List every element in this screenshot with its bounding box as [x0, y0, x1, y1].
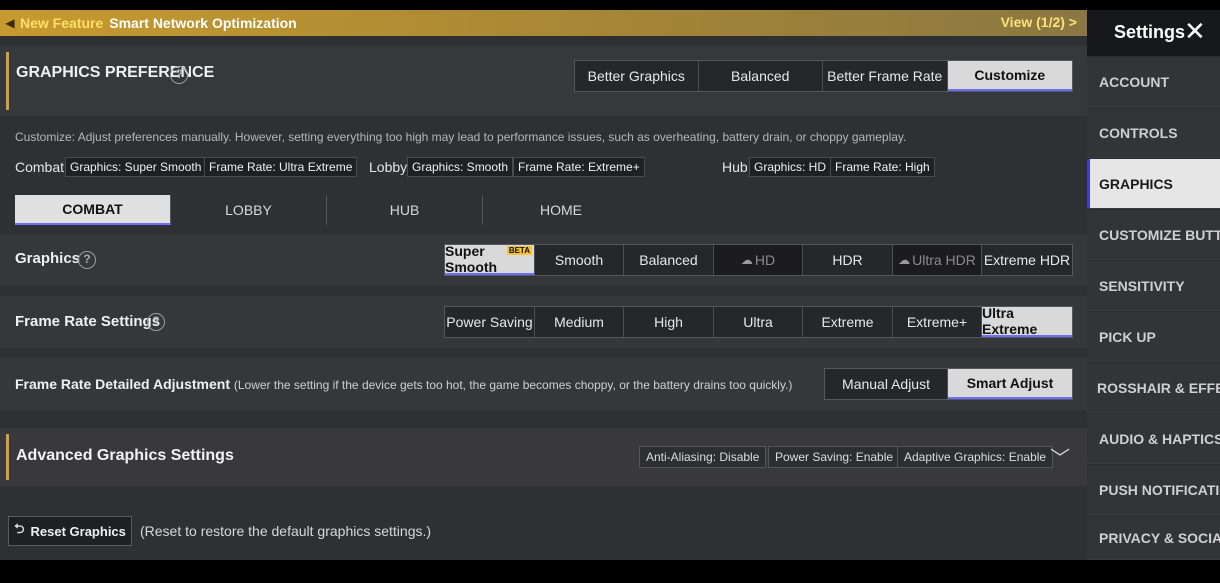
sidebar-item-audio-haptics[interactable]: AUDIO & HAPTICS: [1087, 414, 1220, 464]
fps-ultra-extreme[interactable]: Ultra Extreme: [982, 305, 1072, 337]
power-saving-tag: Power Saving: Enable: [768, 446, 901, 468]
view-more-link[interactable]: View (1/2) >: [1001, 14, 1077, 30]
fps-ultra[interactable]: Ultra: [714, 307, 803, 337]
advanced-graphics-title: Advanced Graphics Settings: [16, 447, 234, 464]
beta-badge: BETA: [506, 246, 532, 255]
accent-bar: [6, 434, 9, 480]
graphics-preference-row: GRAPHICS PREFERENCE ? Better Graphics Ba…: [0, 46, 1087, 116]
sidebar-item-graphics[interactable]: GRAPHICS: [1087, 159, 1220, 209]
frame-rate-row: Frame Rate Settings ? Power Saving Mediu…: [0, 296, 1087, 348]
sidebar-item-pick-up[interactable]: PICK UP: [1087, 312, 1220, 362]
option-label: HD: [754, 252, 776, 268]
fps-power-saving[interactable]: Power Saving: [445, 307, 535, 337]
combat-label: Combat: [15, 159, 65, 175]
frame-adjust-control: Manual Adjust Smart Adjust: [824, 368, 1073, 400]
manual-adjust-option[interactable]: Manual Adjust: [825, 369, 949, 399]
reset-note: (Reset to restore the default graphics s…: [140, 523, 432, 539]
banner-title: Smart Network Optimization: [109, 15, 297, 31]
sidebar-item-customize-button[interactable]: CUSTOMIZE BUTTON: [1087, 210, 1220, 260]
tab-combat[interactable]: COMBAT: [15, 195, 171, 225]
graphics-ultra-hdr[interactable]: ☁ Ultra HDR: [893, 245, 982, 275]
preference-description: Customize: Adjust preferences manually. …: [15, 130, 907, 144]
graphics-hd[interactable]: ☁ HD: [714, 245, 803, 275]
question-circle-icon[interactable]: ?: [170, 66, 188, 84]
game-settings-screen: ◀ New Feature Smart Network Optimization…: [0, 0, 1220, 583]
graphics-hdr[interactable]: HDR: [803, 245, 893, 275]
graphics-extreme-hdr[interactable]: Extreme HDR: [982, 245, 1072, 275]
graphics-balanced[interactable]: Balanced: [624, 245, 714, 275]
sidebar-item-push-notification[interactable]: PUSH NOTIFICATION: [1087, 465, 1220, 515]
hub-label: Hub: [722, 159, 748, 175]
frame-rate-control: Power Saving Medium High Ultra Extreme E…: [444, 305, 1073, 338]
speaker-icon: ◀: [5, 16, 15, 30]
fps-high[interactable]: High: [624, 307, 714, 337]
sidebar-item-privacy-social[interactable]: PRIVACY & SOCIAL: [1087, 516, 1220, 560]
combat-graphics-tag: Graphics: Super Smooth: [65, 157, 207, 177]
sidebar-item-controls[interactable]: CONTROLS: [1087, 108, 1220, 158]
fps-extreme-plus[interactable]: Extreme+: [893, 307, 982, 337]
lobby-label: Lobby: [369, 159, 408, 175]
settings-summary: Combat Graphics: Super Smooth Frame Rate…: [15, 157, 1075, 179]
lobby-fps-tag: Frame Rate: Extreme+: [513, 157, 645, 177]
frame-rate-label: Frame Rate Settings: [15, 313, 161, 330]
preference-segmented-control: Better Graphics Balanced Better Frame Ra…: [574, 60, 1073, 92]
sidebar-item-crosshair-effect[interactable]: ROSSHAIR & EFFECT: [1087, 363, 1220, 413]
reset-label: Reset Graphics: [30, 523, 126, 539]
reset-graphics-button[interactable]: ⮌ Reset Graphics: [8, 516, 132, 546]
graphics-panel: ◀ New Feature Smart Network Optimization…: [0, 10, 1087, 560]
settings-sidebar: Settings ✕ ACCOUNT CONTROLS GRAPHICS CUS…: [1087, 10, 1220, 560]
pref-customize[interactable]: Customize: [947, 61, 1072, 91]
graphics-label: Graphics: [15, 250, 81, 267]
sidebar-item-account[interactable]: ACCOUNT: [1087, 57, 1220, 107]
close-icon[interactable]: ✕: [1184, 18, 1206, 44]
hub-fps-tag: Frame Rate: High: [830, 157, 935, 177]
mode-tabs: COMBAT LOBBY HUB HOME: [15, 195, 1075, 227]
lobby-graphics-tag: Graphics: Smooth: [407, 157, 514, 177]
chevron-down-icon[interactable]: ﹀: [1050, 442, 1070, 471]
pref-better-frame-rate[interactable]: Better Frame Rate: [823, 61, 948, 91]
accent-bar: [6, 52, 9, 110]
cloud-download-icon: ☁: [898, 253, 911, 267]
smart-adjust-option[interactable]: Smart Adjust: [948, 369, 1072, 399]
fps-extreme[interactable]: Extreme: [803, 307, 893, 337]
combat-fps-tag: Frame Rate: Ultra Extreme: [204, 157, 358, 177]
frame-rate-adjust-note: (Lower the setting if the device gets to…: [233, 378, 793, 392]
tab-home[interactable]: HOME: [483, 195, 639, 225]
cloud-download-icon: ☁: [740, 253, 753, 267]
reset-icon: ⮌: [14, 521, 25, 536]
hub-graphics-tag: Graphics: HD: [749, 157, 832, 177]
adaptive-graphics-tag: Adaptive Graphics: Enable: [897, 446, 1054, 468]
pref-balanced[interactable]: Balanced: [699, 61, 823, 91]
question-circle-icon[interactable]: ?: [147, 313, 165, 331]
graphics-quality-row: Graphics ? Super Smooth BETA Smooth Bala…: [0, 234, 1087, 286]
anti-aliasing-tag: Anti-Aliasing: Disable: [639, 446, 767, 468]
pref-better-graphics[interactable]: Better Graphics: [575, 61, 699, 91]
tab-hub[interactable]: HUB: [327, 195, 483, 225]
graphics-smooth[interactable]: Smooth: [535, 245, 624, 275]
fps-medium[interactable]: Medium: [535, 307, 624, 337]
feature-banner[interactable]: ◀ New Feature Smart Network Optimization…: [0, 10, 1087, 36]
graphics-quality-control: Super Smooth BETA Smooth Balanced ☁ HD H…: [444, 243, 1073, 276]
graphics-super-smooth[interactable]: Super Smooth BETA: [445, 243, 535, 275]
tab-lobby[interactable]: LOBBY: [171, 195, 327, 225]
settings-header: Settings ✕: [1087, 10, 1220, 56]
new-feature-label: New Feature: [20, 15, 104, 31]
frame-rate-adjust-label: Frame Rate Detailed Adjustment (Lower th…: [15, 376, 792, 392]
settings-title: Settings: [1114, 22, 1186, 42]
advanced-graphics-row[interactable]: Advanced Graphics Settings Anti-Aliasing…: [0, 428, 1087, 486]
question-circle-icon[interactable]: ?: [78, 251, 96, 269]
option-label: Ultra HDR: [912, 252, 976, 268]
frame-rate-adjust-title: Frame Rate Detailed Adjustment: [15, 376, 230, 392]
sidebar-item-sensitivity[interactable]: SENSITIVITY: [1087, 261, 1220, 311]
